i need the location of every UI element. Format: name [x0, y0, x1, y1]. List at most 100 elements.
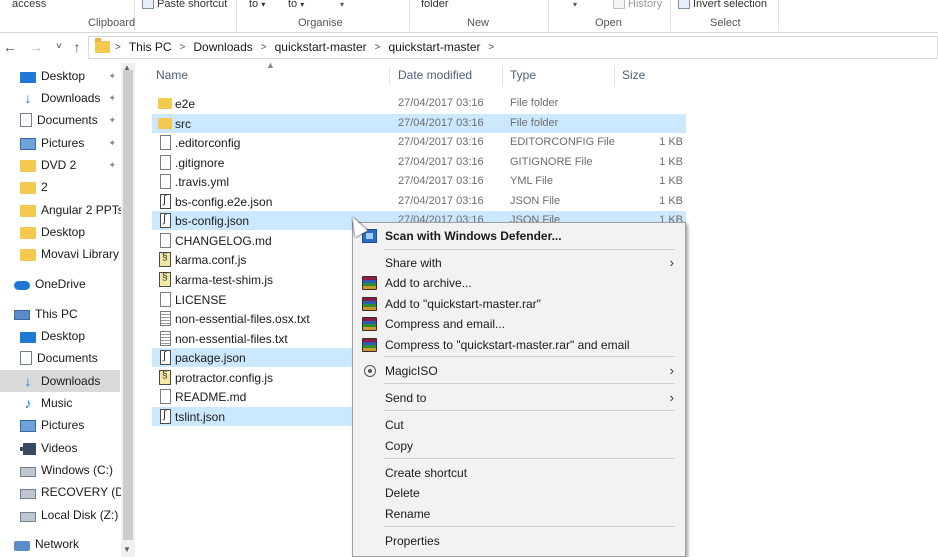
sidebar-scrollbar-thumb[interactable]: [123, 70, 133, 540]
documents-icon: [20, 113, 32, 127]
menu-separator: [384, 526, 675, 527]
column-header-date-modified[interactable]: Date modified: [398, 68, 472, 82]
scroll-down-icon[interactable]: ▼: [123, 545, 131, 554]
forward-arrow-icon[interactable]: →: [28, 38, 44, 56]
ribbon-separator: [778, 0, 779, 31]
file-row[interactable]: .gitignore 27/04/2017 03:16 GITIGNORE File…: [152, 153, 686, 172]
sidebar-item-recovery-d[interactable]: RECOVERY (D:): [0, 481, 131, 503]
menu-item-delete[interactable]: Delete: [354, 483, 684, 504]
sidebar-item-music[interactable]: ♪ Music: [0, 392, 120, 414]
file-row[interactable]: e2e 27/04/2017 03:16 File folder: [152, 94, 686, 113]
breadcrumb-separator[interactable]: >: [180, 42, 186, 53]
sidebar-item-pictures[interactable]: Pictures: [0, 414, 120, 436]
menu-item-add-to-archive[interactable]: Add to archive...: [354, 273, 684, 294]
file-file-icon: [160, 174, 171, 190]
breadcrumb-separator[interactable]: >: [115, 42, 121, 53]
ribbon-access-button[interactable]: access: [12, 0, 46, 10]
sidebar-item-videos[interactable]: Videos: [0, 437, 120, 459]
file-row[interactable]: package.json: [152, 348, 352, 368]
recent-locations-icon[interactable]: ˅: [51, 38, 67, 56]
sidebar-item-onedrive[interactable]: OneDrive: [0, 273, 120, 295]
sidebar-item-dvd-2[interactable]: DVD 2 ✦: [0, 154, 120, 176]
breadcrumb-separator[interactable]: >: [261, 42, 267, 53]
invert-selection-button[interactable]: Invert selection: [678, 0, 767, 10]
breadcrumb-downloads[interactable]: Downloads: [193, 40, 252, 54]
file-size: 1 KB: [659, 155, 683, 168]
sidebar-item-pictures[interactable]: Pictures ✦: [0, 132, 120, 154]
sidebar-item-2[interactable]: 2: [0, 176, 120, 198]
breadcrumb-this-pc[interactable]: This PC: [129, 40, 172, 54]
chevron-down-icon[interactable]: ▾: [573, 0, 577, 9]
menu-item-rename[interactable]: Rename: [354, 504, 684, 525]
sidebar-item-documents[interactable]: Documents ✦: [0, 109, 120, 131]
menu-item-scan-with-windows-defender[interactable]: Scan with Windows Defender...: [354, 226, 684, 247]
paste-shortcut-button[interactable]: Paste shortcut: [142, 0, 227, 10]
menu-separator: [384, 249, 675, 250]
file-name: README.md: [175, 390, 247, 405]
chevron-down-icon: ▾: [300, 0, 305, 9]
address-field[interactable]: > This PC > Downloads > quickstart-maste…: [88, 36, 938, 59]
new-folder-button[interactable]: folder: [421, 0, 449, 10]
menu-item-add-to-quickstart-master-rar[interactable]: Add to "quickstart-master.rar": [354, 294, 684, 315]
back-arrow-icon[interactable]: ←: [2, 38, 18, 56]
column-divider[interactable]: [389, 66, 390, 86]
sidebar-item-label: Music: [41, 396, 73, 410]
navigation-pane: Desktop ✦ ↓ Downloads ✦ Documents ✦ Pictures ✦ DV…: [0, 63, 131, 557]
menu-item-compress-and-email[interactable]: Compress and email...: [354, 314, 684, 335]
file-row[interactable]: bs-config.e2e.json 27/04/2017 03:16 JSON F…: [152, 192, 686, 211]
address-bar: ← → ˅ ↑ > This PC > Downloads > quicksta…: [0, 34, 938, 61]
menu-item-cut[interactable]: Cut: [354, 415, 684, 436]
chevron-right-icon: ›: [669, 390, 674, 405]
menu-item-create-shortcut[interactable]: Create shortcut: [354, 463, 684, 484]
breadcrumb-separator[interactable]: >: [375, 42, 381, 53]
sidebar-item-network[interactable]: Network: [0, 533, 120, 555]
menu-item-copy[interactable]: Copy: [354, 436, 684, 457]
copy-to-button[interactable]: to ▾: [288, 0, 304, 10]
menu-item-properties[interactable]: Properties: [354, 531, 684, 552]
file-date-modified: 27/04/2017 03:16: [398, 194, 484, 207]
file-row[interactable]: .travis.yml 27/04/2017 03:16 YML File 1 KB: [152, 172, 686, 191]
sidebar-item-downloads[interactable]: ↓ Downloads ✦: [0, 87, 120, 109]
menu-separator: [384, 410, 675, 411]
scroll-up-icon[interactable]: ▲: [123, 63, 131, 72]
breadcrumb-quickstart-master-inner[interactable]: quickstart-master: [388, 40, 480, 54]
menu-item-share-with[interactable]: Share with ›: [354, 253, 684, 274]
file-row[interactable]: tslint.json: [152, 406, 352, 426]
up-arrow-icon[interactable]: ↑: [69, 38, 85, 56]
file-name: CHANGELOG.md: [175, 233, 272, 248]
move-to-button[interactable]: to ▾: [249, 0, 265, 10]
file-row[interactable]: .editorconfig 27/04/2017 03:16 EDITORCONFI…: [152, 133, 686, 152]
drive-icon: [20, 466, 36, 477]
breadcrumb-quickstart-master[interactable]: quickstart-master: [275, 40, 367, 54]
paste-shortcut-label: Paste shortcut: [157, 0, 228, 10]
sidebar-item-label: Local Disk (Z:): [41, 508, 119, 522]
ribbon-separator: [670, 0, 671, 31]
column-header-type[interactable]: Type: [510, 68, 536, 82]
history-button[interactable]: History: [613, 0, 662, 10]
file-row[interactable]: src 27/04/2017 03:16 File folder: [152, 113, 686, 133]
folder-icon: [20, 160, 36, 172]
file-file-icon: [160, 291, 171, 307]
column-header-size[interactable]: Size: [622, 68, 645, 82]
sidebar-item-desktop[interactable]: Desktop: [0, 221, 120, 243]
column-header-name[interactable]: Name: [156, 68, 188, 82]
documents-icon: [20, 351, 32, 365]
menu-item-send-to[interactable]: Send to ›: [354, 388, 684, 409]
invert-selection-label: Invert selection: [693, 0, 767, 10]
sidebar-item-downloads[interactable]: ↓ Downloads: [0, 370, 120, 392]
sidebar-item-local-disk-z[interactable]: Local Disk (Z:): [0, 504, 120, 526]
column-divider[interactable]: [502, 66, 503, 86]
sidebar-item-documents[interactable]: Documents: [0, 347, 120, 369]
column-divider[interactable]: [614, 66, 615, 86]
chevron-down-icon[interactable]: ▾: [340, 0, 344, 9]
breadcrumb-separator[interactable]: >: [489, 42, 495, 53]
sidebar-item-windows-c[interactable]: Windows (C:): [0, 459, 120, 481]
sidebar-item-this-pc[interactable]: This PC: [0, 303, 120, 325]
sidebar-item-movavi-library[interactable]: Movavi Library: [0, 243, 120, 265]
sidebar-item-label: Videos: [41, 441, 78, 455]
sidebar-item-desktop[interactable]: Desktop: [0, 325, 120, 347]
sidebar-item-angular-2-ppts[interactable]: Angular 2 PPTs: [0, 199, 124, 221]
menu-item-magiciso[interactable]: MagicISO ›: [354, 361, 684, 382]
menu-item-compress-to-quickstart-master-rar-and-email[interactable]: Compress to "quickstart-master.rar" and …: [354, 335, 684, 356]
sidebar-item-desktop[interactable]: Desktop ✦: [0, 65, 120, 87]
